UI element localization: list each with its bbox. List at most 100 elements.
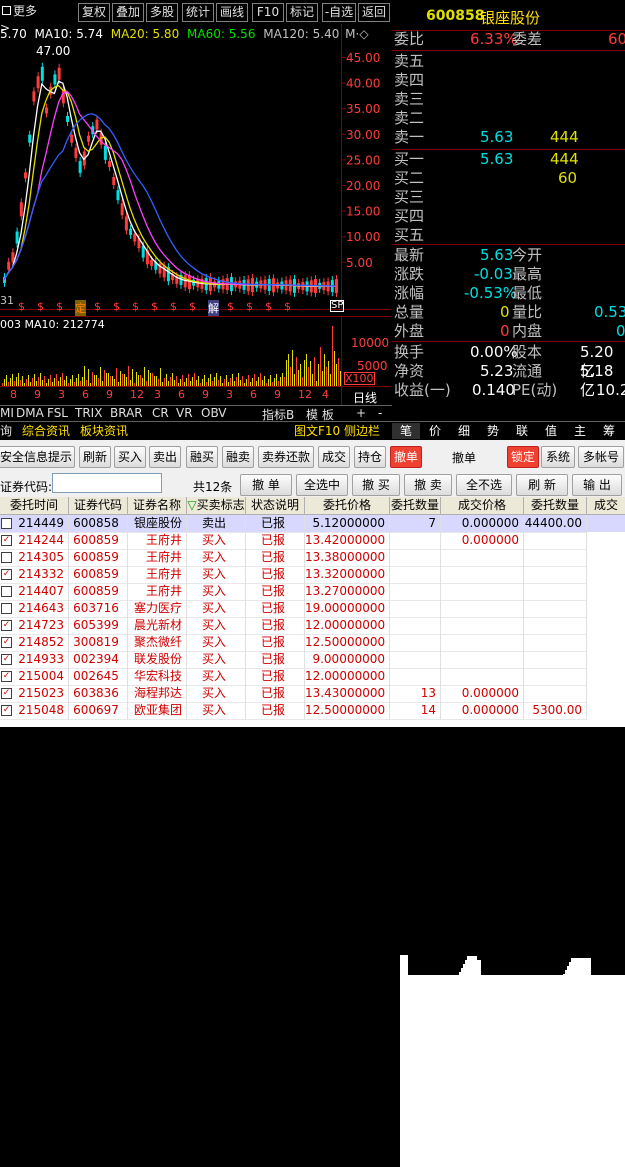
table-row[interactable]: 215048 600697 欧亚集团 买入 已报 12.50000000 14 0.00000… (0, 702, 625, 720)
nav-sidebar-toggle[interactable]: 侧边栏 《 (344, 423, 392, 454)
event-marker[interactable]: $ (151, 300, 158, 313)
col-security-name[interactable]: 证券名称 (128, 497, 187, 515)
tab-trend[interactable]: 势 (479, 423, 507, 439)
table-row[interactable]: 215004 002645 华宏科技 买入 已报 12.00000000 ✓ (0, 668, 625, 686)
fuquan-button[interactable]: 复权 (78, 3, 110, 22)
nav-f10[interactable]: 图文F10 (294, 423, 340, 439)
table-row[interactable]: 214332 600859 王府井 买入 已报 13.32000000 ✓ (0, 566, 625, 584)
daily-period-label[interactable]: 日线 (353, 389, 377, 406)
back-button[interactable]: 返回 (358, 3, 390, 22)
margin-sell-button[interactable]: 融卖 (222, 446, 254, 468)
event-marker[interactable]: $ (246, 300, 253, 313)
col-security-code[interactable]: 证券代码 (69, 497, 128, 515)
lock-button[interactable]: 锁定 (507, 446, 539, 468)
tab-fsl[interactable]: FSL (47, 406, 68, 420)
refresh-button[interactable]: 刷新 (79, 446, 111, 468)
table-row[interactable]: 214305 600859 王府井 买入 已报 13.38000000 (0, 549, 625, 567)
margin-buy-button[interactable]: 融买 (186, 446, 218, 468)
table-row[interactable]: 214933 002394 联发股份 买入 已报 9.00000000 ✓ (0, 651, 625, 669)
tab-obv[interactable]: OBV (201, 406, 227, 420)
event-marker[interactable]: $ (37, 300, 44, 313)
buy-button[interactable]: 买入 (114, 446, 146, 468)
event-marker[interactable]: 定 (75, 300, 86, 316)
cancel-buys-button[interactable]: 撤 买 (352, 474, 400, 496)
security-code-input[interactable] (52, 473, 162, 493)
table-row[interactable]: 214643 603716 塞力医疗 买入 已报 19.00000000 (0, 600, 625, 618)
tab-chips[interactable]: 筹 (595, 423, 623, 439)
col-status[interactable]: 状态说明 (246, 497, 305, 515)
event-marker[interactable]: $ (18, 300, 25, 313)
remove-indicator-button[interactable]: - (378, 406, 382, 420)
row-checkbox[interactable]: ✓ (1, 620, 12, 631)
tab-mi[interactable]: MI (0, 406, 14, 420)
cancel-selected-button[interactable]: 撤 单 (240, 474, 292, 496)
tab-main[interactable]: 主 (566, 423, 594, 439)
more-menu[interactable]: 更多> (0, 3, 40, 35)
row-checkbox[interactable]: ✓ (1, 671, 12, 682)
stats-button[interactable]: 统计 (182, 3, 214, 22)
col-deal-price[interactable]: 成交价格 (441, 497, 524, 515)
row-checkbox[interactable] (1, 603, 12, 614)
f10-button[interactable]: F10 (252, 3, 284, 22)
table-row[interactable]: 214449 600858 银座股份 卖出 已报 5.12000000 7 0.000000 4… (0, 515, 625, 533)
tab-dma[interactable]: DMA (16, 406, 44, 420)
row-checkbox[interactable]: ✓ (1, 654, 12, 665)
event-marker[interactable]: $ (56, 300, 63, 313)
event-marker[interactable]: $ (284, 300, 291, 313)
cancel-order-tab[interactable]: 撤单 (390, 446, 422, 468)
system-button[interactable]: 系统 (541, 446, 575, 468)
tab-price[interactable]: 价 (421, 423, 449, 439)
event-marker[interactable]: $ (113, 300, 120, 313)
nav-query[interactable]: 询 (0, 423, 12, 439)
table-row[interactable]: 215023 603836 海程邦达 买入 已报 13.43000000 13 0.00000… (0, 685, 625, 703)
tab-linked[interactable]: 联 (508, 423, 536, 439)
nav-general-news[interactable]: 综合资讯 (22, 423, 70, 439)
event-marker[interactable]: 解 (208, 300, 219, 316)
row-checkbox[interactable]: ✓ (1, 569, 12, 580)
col-side[interactable]: ▽买卖标志 (187, 497, 246, 515)
col-order-amount[interactable]: 委托数量 (524, 497, 587, 515)
sell-repay-button[interactable]: 卖券还款 (258, 446, 314, 468)
tab-cr[interactable]: CR (152, 406, 169, 420)
row-checkbox[interactable] (1, 552, 12, 563)
tab-value[interactable]: 值 (537, 423, 565, 439)
tab-trades[interactable]: 笔 (392, 423, 420, 439)
cancel-sells-button[interactable]: 撤 卖 (404, 474, 452, 496)
select-none-button[interactable]: 全不选 (456, 474, 512, 496)
tab-brar[interactable]: BRAR (110, 406, 143, 420)
row-checkbox[interactable]: ✓ (1, 535, 12, 546)
event-marker[interactable]: $ (170, 300, 177, 313)
row-checkbox[interactable]: ✓ (1, 705, 12, 716)
buy2-row[interactable]: 买二 60 (392, 169, 625, 188)
row-checkbox[interactable]: ✓ (1, 637, 12, 648)
remove-favorite-button[interactable]: -自选 (322, 3, 356, 22)
table-row[interactable]: 214407 600859 王府井 买入 已报 13.27000000 (0, 583, 625, 601)
refresh-list-button[interactable]: 刷 新 (516, 474, 568, 496)
sell-button[interactable]: 卖出 (149, 446, 181, 468)
security-info-button[interactable]: 安全信息提示 (0, 446, 75, 468)
select-all-button[interactable]: 全选中 (296, 474, 348, 496)
col-order-time[interactable]: 委托时间 (0, 497, 69, 515)
row-checkbox[interactable] (1, 586, 12, 597)
multi-account-button[interactable]: 多帐号 (578, 446, 624, 468)
event-marker[interactable]: $ (94, 300, 101, 313)
export-button[interactable]: 输 出 (572, 474, 622, 496)
event-marker[interactable]: $ (265, 300, 272, 313)
tab-trix[interactable]: TRIX (75, 406, 102, 420)
event-marker[interactable]: $ (189, 300, 196, 313)
row-checkbox[interactable] (1, 518, 12, 529)
mark-button[interactable]: 标记 (286, 3, 318, 22)
buy1-row[interactable]: 买一 5.63 444 (392, 150, 625, 169)
table-row[interactable]: 214852 300819 聚杰微纤 买入 已报 12.50000000 ✓ (0, 634, 625, 652)
overlay-button[interactable]: 叠加 (112, 3, 144, 22)
ma-more[interactable]: M·◇ (345, 27, 368, 41)
positions-button[interactable]: 持仓 (354, 446, 386, 468)
event-marker[interactable]: $ (227, 300, 234, 313)
draw-line-button[interactable]: 画线 (216, 3, 248, 22)
col-order-price[interactable]: 委托价格 (305, 497, 390, 515)
col-order-qty[interactable]: 委托数量 (390, 497, 441, 515)
kline-chart[interactable]: 45.00 40.00 35.00 30.00 25.00 20.00 15.00 10.00… (0, 24, 392, 422)
table-row[interactable]: 214723 605399 晨光新材 买入 已报 12.00000000 ✓ (0, 617, 625, 635)
add-indicator-button[interactable]: + (356, 406, 366, 420)
col-deal[interactable]: 成交 (587, 497, 625, 515)
